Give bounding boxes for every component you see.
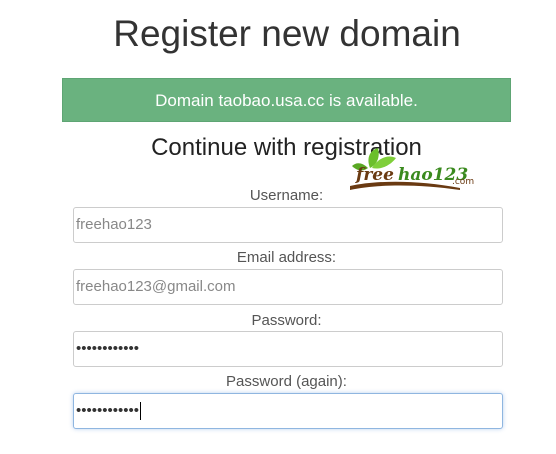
availability-alert: Domain taobao.usa.cc is available. (62, 78, 511, 122)
text-caret (140, 402, 142, 421)
register-page: Register new domain Domain taobao.usa.cc… (0, 0, 556, 454)
page-title: Register new domain (113, 13, 461, 54)
password-again-label: Password (again): (226, 373, 347, 390)
password-label: Password: (251, 312, 322, 329)
password-again-mask: •••••••••••• (76, 402, 140, 419)
username-label: Username: (249, 187, 324, 204)
username-input[interactable]: freehao123 (73, 207, 503, 243)
password-again-input[interactable]: •••••••••••• (73, 393, 503, 429)
svg-text:free: free (355, 165, 394, 185)
email-value: freehao123@gmail.com (76, 278, 236, 295)
email-input[interactable]: freehao123@gmail.com (73, 269, 503, 305)
password-input[interactable]: •••••••••••• (73, 331, 503, 367)
password-mask: •••••••••••• (76, 340, 140, 357)
username-value: freehao123 (76, 216, 152, 233)
email-label: Email address: (236, 249, 337, 266)
availability-alert-text: Domain taobao.usa.cc is available. (155, 91, 418, 110)
